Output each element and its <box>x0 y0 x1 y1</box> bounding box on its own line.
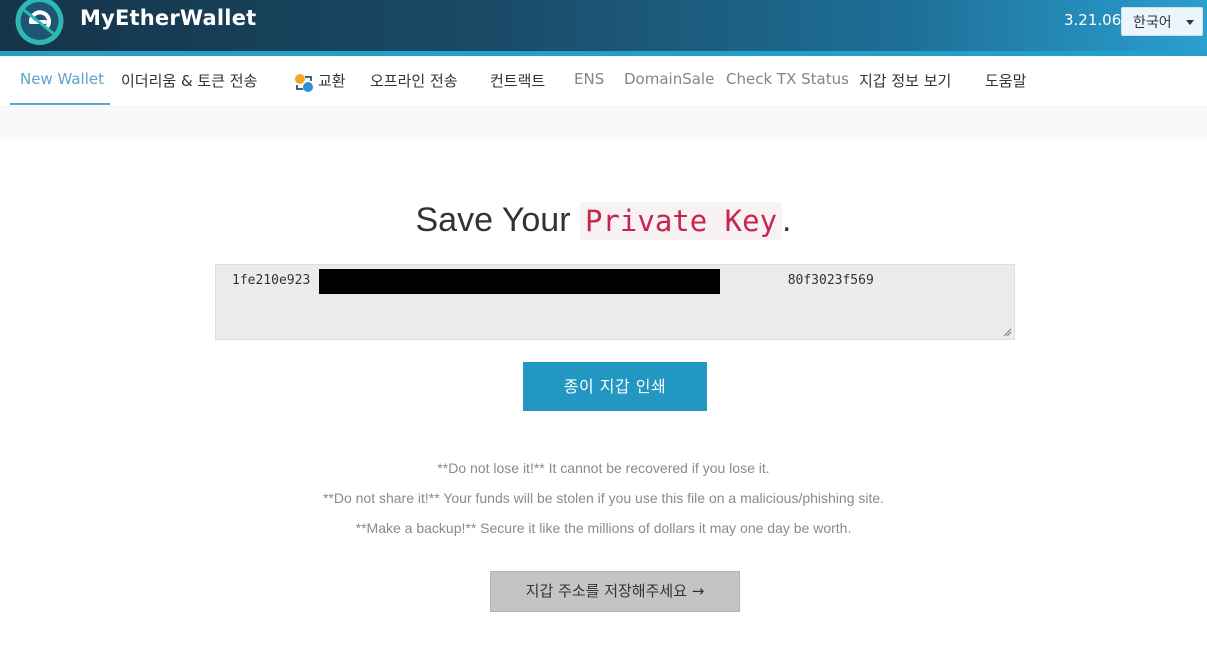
tab-send-ether-tokens[interactable]: 이더리움 & 토큰 전송 <box>121 70 257 91</box>
sub-bar <box>0 106 1207 139</box>
title-prefix: Save Your <box>415 201 580 239</box>
tab-check-tx-status[interactable]: Check TX Status <box>726 70 849 88</box>
warning-do-not-share: **Do not share it!** Your funds will be … <box>322 490 885 506</box>
language-select[interactable]: 한국어 <box>1121 7 1203 36</box>
active-tab-indicator <box>10 103 110 105</box>
language-select-label: 한국어 <box>1133 15 1172 31</box>
version-label: 3.21.06 <box>1064 11 1122 29</box>
app-header: MyEtherWallet 3.21.06 한국어 <box>0 0 1207 51</box>
title-code: Private Key <box>579 202 783 240</box>
save-wallet-address-button[interactable]: 지갑 주소를 저장해주세요 → <box>490 571 740 612</box>
caret-down-icon <box>1186 20 1194 25</box>
warning-make-backup: **Make a backup!** Secure it like the mi… <box>355 520 852 536</box>
tab-help[interactable]: 도움말 <box>985 70 1026 91</box>
tab-contracts[interactable]: 컨트랙트 <box>490 70 545 91</box>
print-paper-wallet-button[interactable]: 종이 지갑 인쇄 <box>523 362 707 411</box>
title-suffix: . <box>782 201 792 239</box>
resize-grip-icon[interactable] <box>1003 328 1012 337</box>
tab-ens[interactable]: ENS <box>574 70 604 88</box>
tab-view-wallet-info[interactable]: 지갑 정보 보기 <box>859 70 951 91</box>
brand-name[interactable]: MyEtherWallet <box>80 6 256 30</box>
tab-new-wallet[interactable]: New Wallet <box>20 70 104 88</box>
tab-swap[interactable]: 교환 <box>318 70 346 91</box>
tab-domainsale[interactable]: DomainSale <box>624 70 714 88</box>
swap-icon <box>295 74 313 92</box>
tab-offline-send[interactable]: 오프라인 전송 <box>370 70 458 91</box>
redaction-bar <box>319 269 720 294</box>
warning-do-not-lose: **Do not lose it!** It cannot be recover… <box>437 460 770 476</box>
private-key-textarea[interactable]: 1fe210e923 80f3023f569 <box>215 264 1015 340</box>
myetherwallet-logo-icon[interactable] <box>14 0 65 46</box>
main-nav: New Wallet 이더리움 & 토큰 전송 교환 오프라인 전송 컨트랙트 … <box>0 56 1207 106</box>
page-title: Save Your Private Key. <box>0 201 1207 240</box>
